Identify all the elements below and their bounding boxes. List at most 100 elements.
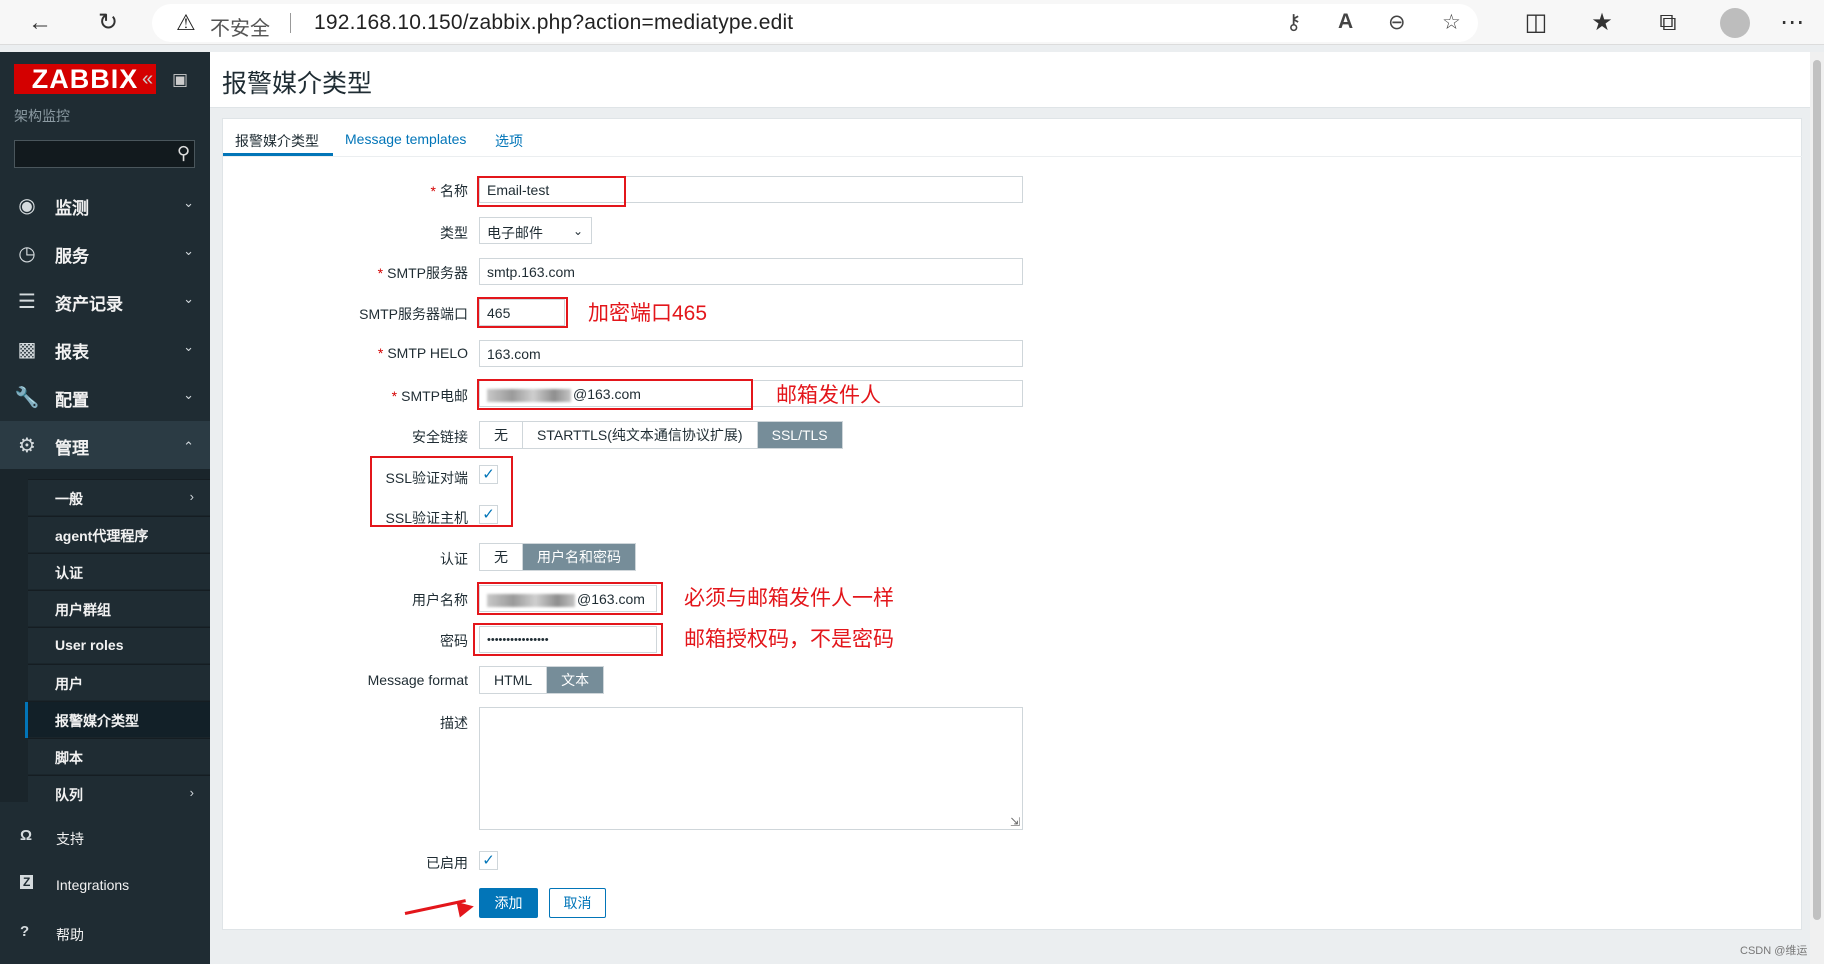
annotation-box-name <box>477 176 626 207</box>
sidebar-search-input[interactable]: ⚲ <box>14 140 195 168</box>
security-none-option[interactable]: 无 <box>480 422 523 448</box>
submenu-scripts[interactable]: 脚本 <box>28 738 210 774</box>
address-separator <box>290 13 291 33</box>
annotation-box-email <box>477 379 753 410</box>
chevron-right-icon: › <box>189 785 194 800</box>
menu-services[interactable]: ◷ 服务 ⌄ <box>0 229 210 277</box>
name-label: * 名称 <box>430 183 468 199</box>
wrench-icon: 🔧 <box>14 387 40 409</box>
zabbix-logo[interactable]: ZABBIX <box>14 64 156 94</box>
tab-options[interactable]: 选项 <box>495 131 523 151</box>
menu-help[interactable]: ? 帮助 <box>0 913 210 953</box>
annotation-box-ssl <box>370 456 513 527</box>
type-select[interactable]: 电子邮件 ⌄ <box>479 217 592 244</box>
page-header: 报警媒介类型 <box>210 52 1810 108</box>
annotation-box-port <box>477 297 568 328</box>
reload-icon[interactable]: ↻ <box>92 7 124 39</box>
menu-label: 服务 <box>55 247 89 266</box>
auth-label: 认证 <box>440 551 468 567</box>
annotation-box-username <box>477 582 663 615</box>
format-text-option[interactable]: 文本 <box>547 667 604 693</box>
enabled-checkbox[interactable]: ✓ <box>479 851 498 870</box>
question-icon: ? <box>20 923 30 940</box>
tab-message-templates[interactable]: Message templates <box>345 131 466 147</box>
split-screen-icon[interactable]: ◫ <box>1520 7 1552 39</box>
scrollbar-thumb[interactable] <box>1813 60 1821 920</box>
resize-handle-icon[interactable]: ⇲ <box>1010 815 1020 829</box>
server-name: 架构监控 <box>14 108 70 124</box>
favorites-icon[interactable]: ★ <box>1586 7 1618 39</box>
smtp-server-input[interactable]: smtp.163.com <box>479 258 1023 285</box>
submenu-users[interactable]: 用户 <box>28 664 210 700</box>
menu-inventory[interactable]: ☰ 资产记录 ⌄ <box>0 277 210 325</box>
chevron-down-icon: ⌄ <box>183 387 194 402</box>
auth-none-option[interactable]: 无 <box>480 544 523 570</box>
smtp-port-label: SMTP服务器端口 <box>359 306 468 322</box>
page-scrollbar[interactable] <box>1810 52 1824 964</box>
tab-bar: 报警媒介类型 Message templates 选项 <box>223 119 1803 157</box>
submenu-proxies[interactable]: agent代理程序 <box>28 516 210 552</box>
security-ssl-tls-option[interactable]: SSL/TLS <box>757 422 842 448</box>
key-icon[interactable]: ⚷ <box>1286 10 1301 35</box>
message-format-toggle: HTML 文本 <box>479 666 605 694</box>
footer-label: 支持 <box>56 831 84 847</box>
profile-avatar-icon[interactable] <box>1720 8 1750 38</box>
zoom-out-icon[interactable]: ⊖ <box>1388 10 1406 35</box>
smtp-server-label: * SMTP服务器 <box>377 265 468 281</box>
tab-media-type[interactable]: 报警媒介类型 <box>235 131 319 151</box>
kiosk-icon[interactable]: ▣ <box>172 70 188 90</box>
submenu-label: 队列 <box>55 787 83 803</box>
chevron-down-icon: ⌄ <box>183 291 194 306</box>
username-label: 用户名称 <box>412 592 468 608</box>
eye-icon: ◉ <box>18 195 36 217</box>
submenu-label: 脚本 <box>55 750 83 766</box>
format-html-option[interactable]: HTML <box>480 667 548 693</box>
enabled-label: 已启用 <box>426 855 468 871</box>
administration-submenu: 一般 › agent代理程序 认证 用户群组 User roles 用户 报警媒… <box>0 469 210 811</box>
address-bar[interactable]: ⚠ 不安全 192.168.10.150/zabbix.php?action=m… <box>152 4 1478 42</box>
search-icon[interactable]: ⚲ <box>177 143 190 164</box>
type-select-value: 电子邮件 <box>487 225 543 241</box>
menu-integrations[interactable]: Z Integrations <box>0 865 210 905</box>
url-text[interactable]: 192.168.10.150/zabbix.php?action=mediaty… <box>314 11 793 35</box>
menu-configuration[interactable]: 🔧 配置 ⌄ <box>0 373 210 421</box>
smtp-helo-label: * SMTP HELO <box>377 345 468 361</box>
submenu-user-groups[interactable]: 用户群组 <box>28 590 210 626</box>
annotation-email: 邮箱发件人 <box>776 384 881 407</box>
favorite-add-icon[interactable]: ☆ <box>1442 10 1461 35</box>
menu-administration[interactable]: ⚙ 管理 ⌃ <box>0 421 210 469</box>
submenu-label: 用户 <box>55 676 83 692</box>
submenu-general[interactable]: 一般 › <box>28 479 210 515</box>
submenu-authentication[interactable]: 认证 <box>28 553 210 589</box>
menu-support[interactable]: Ω 支持 <box>0 817 210 857</box>
menu-label: 资产记录 <box>55 295 123 314</box>
annotation-port: 加密端口465 <box>588 302 708 325</box>
browser-toolbar: ← ↻ ⚠ 不安全 192.168.10.150/zabbix.php?acti… <box>0 0 1824 45</box>
smtp-helo-input[interactable]: 163.com <box>479 340 1023 367</box>
menu-label: 监测 <box>55 199 89 218</box>
add-button[interactable]: 添加 <box>479 888 538 918</box>
chevron-down-icon: ⌄ <box>183 243 194 258</box>
security-toggle: 无 STARTTLS(纯文本通信协议扩展) SSL/TLS <box>479 421 843 449</box>
submenu-user-roles[interactable]: User roles <box>28 627 210 663</box>
auth-password-option[interactable]: 用户名和密码 <box>523 544 635 570</box>
submenu-media-types[interactable]: 报警媒介类型 <box>25 701 210 738</box>
collapse-icon[interactable]: « <box>142 68 153 91</box>
password-label: 密码 <box>440 633 468 649</box>
collections-icon[interactable]: ⧉ <box>1652 7 1684 39</box>
cancel-button[interactable]: 取消 <box>549 888 606 918</box>
chevron-down-icon: ⌄ <box>183 339 194 354</box>
back-arrow-icon[interactable]: ← <box>24 7 56 39</box>
more-menu-icon[interactable]: ⋯ <box>1776 7 1808 39</box>
menu-label: 报表 <box>55 343 89 362</box>
footer-label: 帮助 <box>56 927 84 943</box>
description-textarea[interactable]: ⇲ <box>479 707 1023 830</box>
read-aloud-icon[interactable]: A <box>1338 10 1353 34</box>
security-starttls-option[interactable]: STARTTLS(纯文本通信协议扩展) <box>523 422 758 448</box>
footer-label: Integrations <box>56 877 130 893</box>
submenu-queue[interactable]: 队列 › <box>28 775 210 811</box>
annotation-username: 必须与邮箱发件人一样 <box>684 587 894 610</box>
active-tab-indicator <box>223 153 333 156</box>
menu-monitoring[interactable]: ◉ 监测 ⌄ <box>0 181 210 229</box>
menu-reports[interactable]: ▩ 报表 ⌄ <box>0 325 210 373</box>
